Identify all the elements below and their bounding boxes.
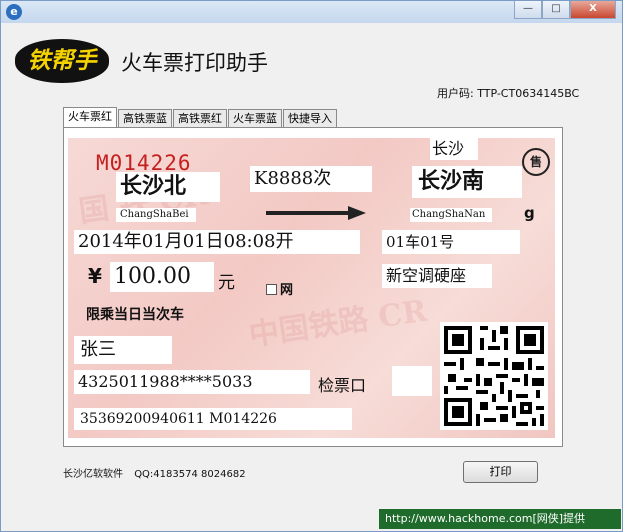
barcode-number-field[interactable]: 35369200940611 M014226 — [74, 408, 352, 430]
window-controls: — □ X — [514, 1, 616, 19]
seat-number-field[interactable]: 01车01号 — [382, 230, 520, 254]
company-name: 长沙亿软软件 — [63, 469, 123, 480]
gate-label: 检票口 — [318, 376, 367, 395]
online-ticket-checkbox[interactable] — [266, 284, 277, 295]
maximize-button[interactable]: □ — [542, 1, 570, 19]
origin-station-field[interactable]: 长沙北 — [116, 172, 220, 202]
destination-station-field[interactable]: 长沙南 — [412, 166, 522, 198]
close-button[interactable]: X — [570, 1, 616, 19]
train-number-field[interactable]: K8888次 — [250, 166, 372, 192]
company-qq: QQ:4183574 8024682 — [134, 469, 246, 480]
source-watermark-bar: http://www.hackhome.com[网侠]提供 — [379, 509, 621, 529]
restriction-text: 限乘当日当次车 — [86, 307, 184, 323]
origin-pinyin-field[interactable]: ChangShaBei — [116, 208, 196, 222]
gate-field[interactable] — [392, 366, 432, 396]
print-button[interactable]: 打印 — [463, 461, 538, 483]
ticket-preview: 国 铁 CR 中国铁路 CR M014226 长沙北 ChangShaBei K… — [68, 138, 555, 438]
tab-highspeed-blue[interactable]: 高铁票蓝 — [118, 109, 172, 127]
departure-datetime-field[interactable]: 2014年01月01日08:08开 — [74, 230, 360, 254]
title-bar[interactable]: e — □ X — [1, 1, 622, 23]
currency-symbol: ¥ — [88, 264, 102, 288]
user-code: 用户码: TTP-CT0634145BC — [437, 87, 580, 100]
tab-train-blue[interactable]: 火车票蓝 — [228, 109, 282, 127]
seat-type-field[interactable]: 新空调硬座 — [382, 264, 492, 288]
price-unit: 元 — [218, 273, 235, 293]
qr-code-icon — [440, 322, 548, 430]
tab-train-red[interactable]: 火车票红 — [63, 107, 117, 127]
price-field[interactable]: 100.00 — [110, 262, 214, 292]
tab-highspeed-red[interactable]: 高铁票红 — [173, 109, 227, 127]
app-title: 火车票打印助手 — [121, 51, 268, 75]
destination-city-field[interactable]: 长沙 — [430, 138, 478, 160]
passenger-name-field[interactable]: 张三 — [74, 336, 172, 364]
app-window: e — □ X 铁帮手 火车票打印助手 用户码: TTP-CT0634145BC… — [0, 0, 623, 532]
watermark: 中国铁路 CR — [246, 293, 430, 354]
direction-arrow-icon — [266, 206, 366, 220]
app-logo: 铁帮手 — [15, 39, 109, 83]
tab-quick-import[interactable]: 快捷导入 — [283, 109, 337, 127]
tab-panel: 国 铁 CR 中国铁路 CR M014226 长沙北 ChangShaBei K… — [63, 127, 563, 447]
destination-pinyin-tail: g — [524, 204, 535, 222]
minimize-button[interactable]: — — [514, 1, 542, 19]
company-info: 长沙亿软软件 QQ:4183574 8024682 — [63, 465, 246, 480]
id-number-field[interactable]: 4325011988****5033 — [74, 370, 310, 394]
destination-pinyin-field[interactable]: ChangShaNan — [410, 208, 492, 222]
ticket-type-tabs: 火车票红 高铁票蓝 高铁票红 火车票蓝 快捷导入 — [63, 107, 338, 127]
app-icon: e — [6, 4, 22, 20]
online-ticket-label: 网 — [280, 283, 294, 298]
ticket-seal-icon: 售 — [522, 148, 550, 176]
